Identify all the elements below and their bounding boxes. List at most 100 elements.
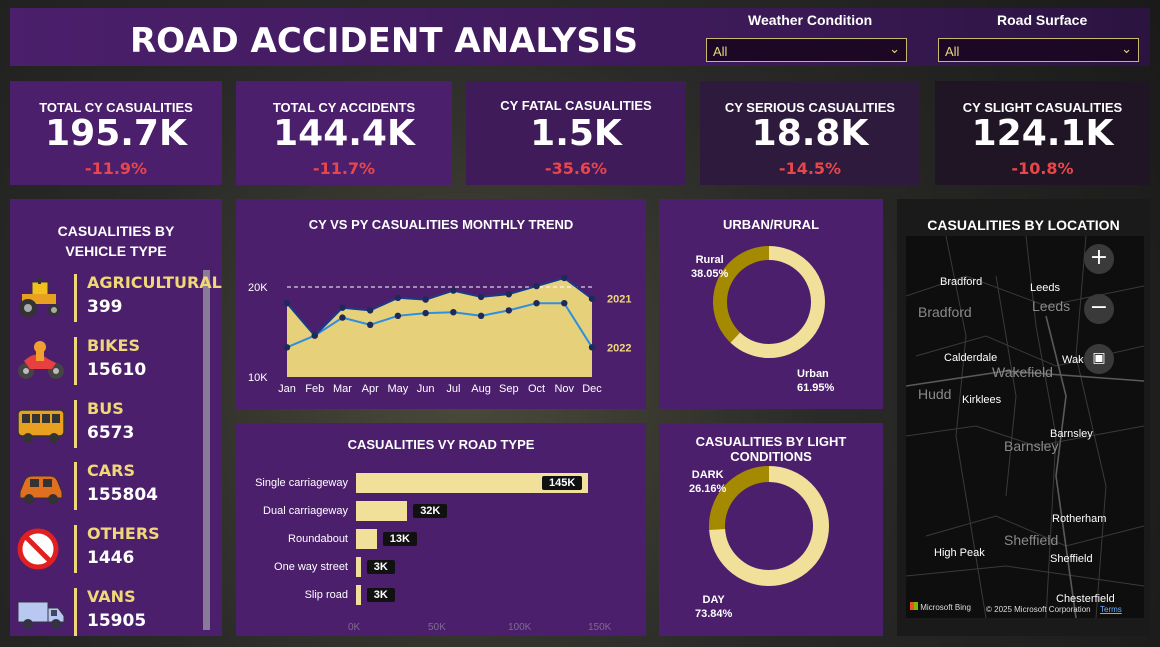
select-region-icon[interactable]: ▣ [1084,344,1114,374]
light-conditions-donut [709,466,829,586]
x-tick-label: Jul [446,383,460,395]
series-2022-line-point [477,312,485,319]
road-surface-filter-select[interactable]: All ⌄ [938,38,1139,62]
donut-label-day: DAY 73.84% [695,594,733,620]
bar[interactable] [356,529,377,549]
series-label-2022: 2022 [607,342,631,354]
x-tick-label: Sep [499,383,519,395]
map-roads [906,236,1144,618]
series-2021-line-point [450,287,457,294]
x-tick-label: Dec [582,383,602,395]
series-2021-line-point [505,291,513,298]
kpi-change: -14.5% [778,159,842,178]
kpi-value: 18.8K [751,113,869,154]
bar[interactable] [356,557,361,577]
vehicle-count: 155804 [87,485,158,505]
monthly-trend-chart: 10K 20K Jan Feb Mar Apr May Jun Jul Aug Sep Oct Nov D… [248,274,631,395]
series-2021-line-point [561,274,568,282]
series-2022-line-point [505,307,513,314]
kpi-change: -10.8% [1011,159,1074,178]
kpi-label: CY FATAL CASUALITIES [500,98,652,113]
y-tick-label: 20K [248,282,268,294]
series-2021-line-point [311,332,318,339]
vehicle-name: BIKES [87,336,140,355]
series-2022-line-point [394,312,402,319]
bar-category-label: Slip road [304,589,348,601]
vehicle-count: 15905 [87,611,147,631]
bar-value-label: 3K [366,560,395,574]
kpi-value: 195.7K [45,113,187,154]
series-2022-line-point [366,321,374,328]
bing-attribution: Microsoft Bing [910,602,971,612]
list-item-bus: BUS 6573 [10,396,205,456]
weather-filter-select[interactable]: All ⌄ [706,38,907,62]
x-tick-label: Jun [417,383,435,395]
vehicle-name: AGRICULTURAL [87,273,222,292]
chevron-down-icon: ⌄ [1121,41,1132,56]
list-item-others: OTHERS 1446 [10,521,205,581]
bar-category-label: One way street [274,561,348,573]
kpi-value: 1.5K [530,113,622,154]
x-tick-label: 150K [588,622,612,633]
bar[interactable] [356,501,408,521]
road-surface-filter-label: Road Surface [997,12,1088,28]
van-icon [17,601,65,629]
series-2021-line-point [477,293,485,301]
kpi-change: -11.9% [84,159,148,178]
zoom-in-button[interactable]: + [1084,244,1114,274]
donut-label-urban: Urban 61.95% [797,368,835,394]
x-tick-label: 50K [428,622,446,633]
x-tick-label: Oct [528,383,545,395]
series-2022-line-point [533,300,540,307]
x-tick-label: Nov [554,383,574,395]
map-place-wak: Wak [1062,354,1084,366]
kpi-card-fatal-casualities: CY FATAL CASUALITIES 1.5K -35.6% [466,81,686,185]
bus-icon [17,409,65,443]
terms-link[interactable]: Terms [1100,605,1122,614]
map-place-sheffield: Sheffield [1050,553,1093,565]
kpi-change: -35.6% [544,159,608,178]
map-place-barnsley: Barnsley [1050,428,1093,440]
bar-value-label: 3K [366,588,395,602]
map-place-rotherham: Rotherham [1052,513,1107,525]
motorbike-icon [18,341,64,379]
zoom-out-button[interactable]: − [1084,294,1114,324]
weather-filter-value: All [713,44,728,59]
kpi-card-total-accidents: TOTAL CY ACCIDENTS 144.4K -11.7% [236,81,452,185]
series-2022-line-point [450,309,457,316]
x-tick-label: Jan [278,383,296,395]
series-2021-line-point [394,294,402,301]
vehicle-name: OTHERS [87,524,160,543]
page-title: ROAD ACCIDENT ANALYSIS [130,21,639,61]
series-2021-line-point [283,300,291,307]
bar-value-label: 13K [382,532,417,546]
map-place-bradford: Bradford [940,276,983,288]
kpi-value: 144.4K [273,113,415,154]
urban-rural-panel: URBAN/RURAL Rural 38.05% Urban 61.95% [659,199,883,409]
road-surface-filter-value: All [945,44,960,59]
map-place-calderdale: Calderdale [944,352,998,364]
list-item-vans: VANS 15905 [10,584,205,644]
vehicle-count: 6573 [87,423,135,443]
chevron-down-icon: ⌄ [889,41,900,56]
list-item-cars: CARS 155804 [10,458,205,518]
series-2022-line-point [561,300,568,307]
x-tick-label: 0K [348,622,361,633]
vehicle-panel-title-2: VEHICLE TYPE [65,243,167,259]
donut-label-rural: Rural 38.05% [691,254,729,280]
bar[interactable] [356,585,361,605]
series-2021-line-point [422,296,429,303]
vehicle-count: 15610 [87,360,147,380]
map-place-high-peak: High Peak [934,547,985,559]
y-tick-label: 10K [248,372,268,384]
location-map[interactable]: Bradford Leeds Wakefield Hudd Barnsley S… [906,236,1144,618]
donut-label-dark: DARK 26.16% [689,469,727,495]
microsoft-logo-icon [910,602,918,610]
kpi-card-slight-casualities: CY SLIGHT CASUALITIES 124.1K -10.8% [935,81,1150,185]
series-2021-line-point [588,295,596,302]
car-icon [19,475,63,504]
x-tick-label: May [388,383,409,395]
x-tick-label: Apr [362,383,379,395]
vehicle-name: CARS [87,461,135,480]
kpi-card-total-casualities: TOTAL CY CASUALITIES 195.7K -11.9% [10,81,222,185]
